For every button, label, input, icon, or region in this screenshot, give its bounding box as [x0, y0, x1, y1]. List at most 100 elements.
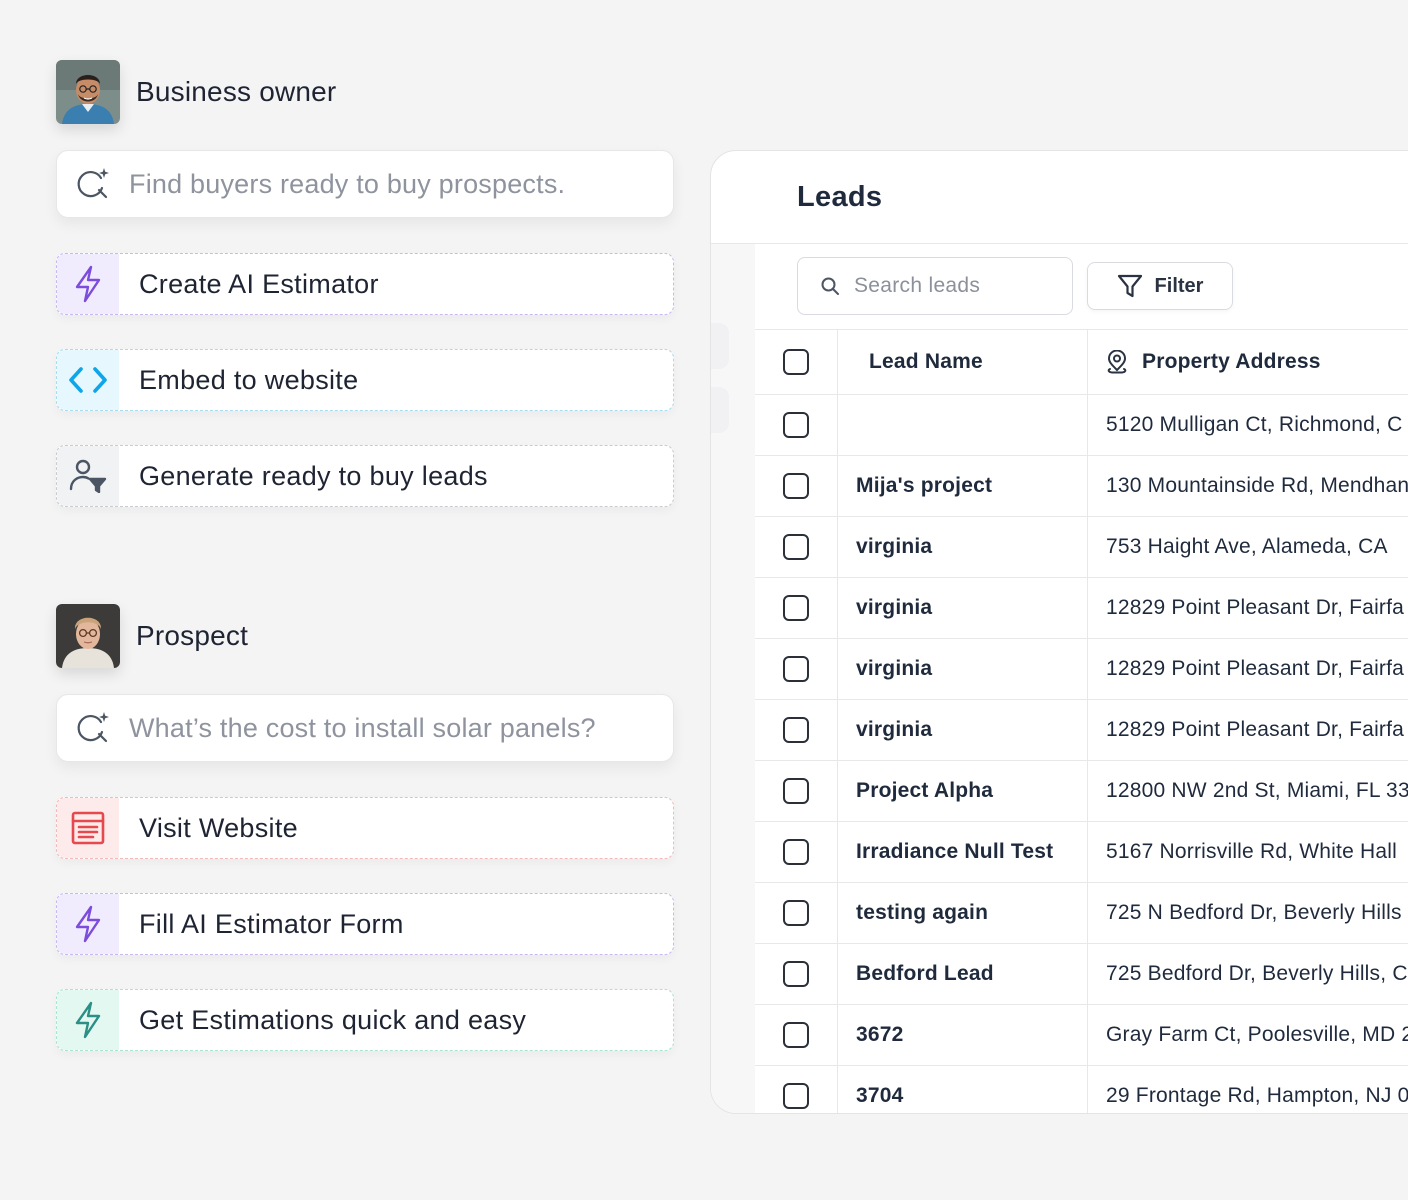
row-checkbox[interactable]	[783, 656, 809, 682]
step-visit-website[interactable]: Visit Website	[56, 797, 674, 859]
table-row[interactable]: testing again 725 N Bedford Dr, Beverly H…	[755, 883, 1408, 944]
property-address-cell: 753 Haight Ave, Alameda, CA	[1106, 535, 1388, 558]
filter-icon	[1117, 273, 1143, 299]
row-select-cell	[755, 578, 838, 638]
property-address-cell: 12829 Point Pleasant Dr, Fairfa	[1106, 596, 1405, 619]
property-address-cell: 5167 Norrisville Rd, White Hall	[1106, 840, 1397, 863]
business-owner-avatar	[56, 60, 120, 124]
table-row[interactable]: 3704 29 Frontage Rd, Hampton, NJ 0	[755, 1066, 1408, 1113]
search-icon	[820, 276, 840, 296]
property-address-cell: 725 Bedford Dr, Beverly Hills, C	[1106, 962, 1408, 985]
lead-name-cell[interactable]: 3704	[838, 1066, 1088, 1113]
select-all-checkbox[interactable]	[783, 349, 809, 375]
lead-name-cell[interactable]: virginia	[838, 639, 1088, 699]
table-row[interactable]: virginia 753 Haight Ave, Alameda, CA	[755, 517, 1408, 578]
step-get-estimations[interactable]: Get Estimations quick and easy	[56, 989, 674, 1051]
row-checkbox[interactable]	[783, 473, 809, 499]
prospect-query-text: What’s the cost to install solar panels?	[129, 712, 596, 743]
property-address-cell: Gray Farm Ct, Poolesville, MD 2	[1106, 1023, 1408, 1046]
ai-search-icon	[73, 164, 113, 204]
property-address-cell: 12829 Point Pleasant Dr, Fairfa	[1106, 657, 1405, 680]
table-row[interactable]: virginia 12829 Point Pleasant Dr, Fairfa	[755, 700, 1408, 761]
ai-search-icon	[73, 708, 113, 748]
row-select-cell	[755, 822, 838, 882]
table-row[interactable]: 5120 Mulligan Ct, Richmond, C	[755, 395, 1408, 456]
code-brackets-icon	[57, 350, 119, 410]
property-address-cell: 12829 Point Pleasant Dr, Fairfa	[1106, 718, 1405, 741]
business-owner-query[interactable]: Find buyers ready to buy prospects.	[56, 150, 674, 218]
leads-toolbar: Search leads Filter	[797, 257, 1233, 315]
property-address-cell: 725 N Bedford Dr, Beverly Hills	[1106, 901, 1402, 924]
step-label: Fill AI Estimator Form	[139, 908, 404, 939]
column-header-property-address[interactable]: Property Address	[1088, 330, 1408, 394]
property-address-cell: 5120 Mulligan Ct, Richmond, C	[1106, 413, 1403, 436]
table-row[interactable]: 3672 Gray Farm Ct, Poolesville, MD 2	[755, 1005, 1408, 1066]
row-select-cell	[755, 395, 838, 455]
row-checkbox[interactable]	[783, 778, 809, 804]
sidebar-handle[interactable]	[711, 323, 729, 369]
select-all-cell	[755, 330, 838, 394]
row-checkbox[interactable]	[783, 534, 809, 560]
lead-name-cell[interactable]: virginia	[838, 517, 1088, 577]
lead-name-cell[interactable]	[838, 395, 1088, 455]
row-checkbox[interactable]	[783, 717, 809, 743]
row-select-cell	[755, 517, 838, 577]
page-title: Leads	[797, 180, 883, 213]
business-owner-label: Business owner	[136, 76, 337, 107]
row-select-cell	[755, 456, 838, 516]
row-select-cell	[755, 944, 838, 1004]
column-header-label: Property Address	[1142, 350, 1321, 373]
row-select-cell	[755, 700, 838, 760]
property-address-cell: 130 Mountainside Rd, Mendhan	[1106, 474, 1408, 497]
step-embed-to-website[interactable]: Embed to website	[56, 349, 674, 411]
prospect-query[interactable]: What’s the cost to install solar panels?	[56, 694, 674, 762]
leads-header: Leads	[711, 151, 1408, 244]
user-filter-icon	[57, 446, 119, 506]
table-row[interactable]: Mija's project 130 Mountainside Rd, Mendh…	[755, 456, 1408, 517]
table-row[interactable]: Irradiance Null Test 5167 Norrisville Rd,…	[755, 822, 1408, 883]
lead-name-cell[interactable]: testing again	[838, 883, 1088, 943]
row-select-cell	[755, 761, 838, 821]
row-select-cell	[755, 639, 838, 699]
row-checkbox[interactable]	[783, 839, 809, 865]
lightning-icon	[57, 990, 119, 1050]
location-pin-icon	[1106, 350, 1128, 374]
step-fill-ai-estimator-form[interactable]: Fill AI Estimator Form	[56, 893, 674, 955]
step-label: Embed to website	[139, 364, 359, 395]
lead-name-cell[interactable]: Irradiance Null Test	[838, 822, 1088, 882]
row-checkbox[interactable]	[783, 412, 809, 438]
lightning-icon	[57, 894, 119, 954]
lead-name-cell[interactable]: Project Alpha	[838, 761, 1088, 821]
lead-name-cell[interactable]: Bedford Lead	[838, 944, 1088, 1004]
step-generate-leads[interactable]: Generate ready to buy leads	[56, 445, 674, 507]
table-row[interactable]: Project Alpha 12800 NW 2nd St, Miami, FL …	[755, 761, 1408, 822]
sidebar-handle[interactable]	[711, 387, 729, 433]
lead-name-cell[interactable]: virginia	[838, 700, 1088, 760]
webpage-icon	[57, 798, 119, 858]
column-header-lead-name[interactable]: Lead Name	[838, 330, 1088, 394]
step-create-ai-estimator[interactable]: Create AI Estimator	[56, 253, 674, 315]
row-checkbox[interactable]	[783, 1022, 809, 1048]
search-input[interactable]: Search leads	[797, 257, 1073, 315]
lead-name-cell[interactable]: Mija's project	[838, 456, 1088, 516]
sidebar-strip	[711, 244, 755, 1113]
row-checkbox[interactable]	[783, 900, 809, 926]
step-label: Get Estimations quick and easy	[139, 1004, 527, 1035]
row-checkbox[interactable]	[783, 595, 809, 621]
business-owner-query-text: Find buyers ready to buy prospects.	[129, 168, 566, 199]
table-header-row: Lead Name Property Address	[755, 329, 1408, 395]
table-row[interactable]: virginia 12829 Point Pleasant Dr, Fairfa	[755, 578, 1408, 639]
step-label: Generate ready to buy leads	[139, 460, 488, 491]
step-label: Create AI Estimator	[139, 268, 379, 299]
lead-name-cell[interactable]: virginia	[838, 578, 1088, 638]
row-checkbox[interactable]	[783, 961, 809, 987]
table-row[interactable]: Bedford Lead 725 Bedford Dr, Beverly Hill…	[755, 944, 1408, 1005]
property-address-cell: 29 Frontage Rd, Hampton, NJ 0	[1106, 1084, 1408, 1107]
leads-panel: Leads Search leads Filter Lead Name Prop…	[710, 150, 1408, 1114]
table-row[interactable]: virginia 12829 Point Pleasant Dr, Fairfa	[755, 639, 1408, 700]
prospect-avatar	[56, 604, 120, 668]
lead-name-cell[interactable]: 3672	[838, 1005, 1088, 1065]
row-checkbox[interactable]	[783, 1083, 809, 1109]
filter-button[interactable]: Filter	[1087, 262, 1233, 310]
property-address-cell: 12800 NW 2nd St, Miami, FL 33	[1106, 779, 1408, 802]
